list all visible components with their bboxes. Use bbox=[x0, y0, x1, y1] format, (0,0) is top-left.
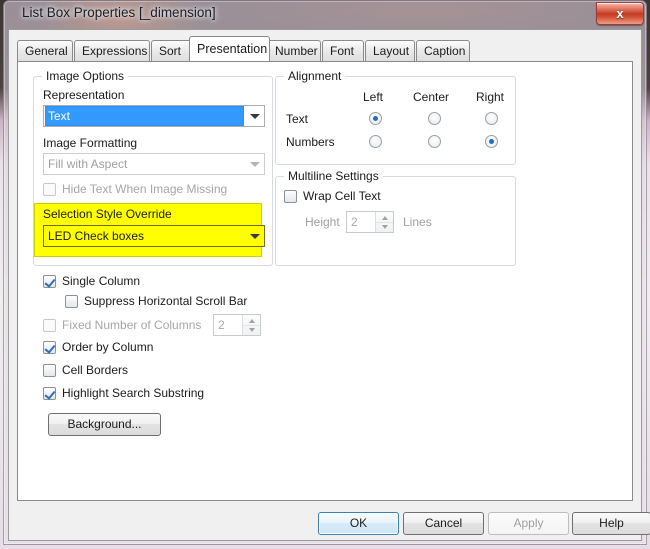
background-button[interactable]: Background... bbox=[48, 413, 161, 436]
ok-button[interactable]: OK bbox=[318, 512, 399, 535]
radio-numbers-center[interactable] bbox=[428, 135, 441, 148]
wrap-cell-text-label: Wrap Cell Text bbox=[303, 189, 381, 203]
cell-borders-label: Cell Borders bbox=[62, 363, 129, 377]
selection-style-override-combo[interactable]: LED Check boxes bbox=[43, 225, 265, 247]
selection-style-override-label: Selection Style Override bbox=[43, 207, 172, 221]
radio-text-left[interactable] bbox=[369, 112, 382, 125]
checkbox-icon bbox=[284, 190, 297, 203]
apply-button[interactable]: Apply bbox=[488, 512, 569, 535]
image-options-title: Image Options bbox=[42, 69, 129, 83]
spinner-buttons bbox=[242, 315, 260, 335]
image-formatting-combo-value: Fill with Aspect bbox=[48, 157, 128, 171]
window-title: List Box Properties [_dimension] bbox=[22, 5, 216, 20]
order-by-column-label: Order by Column bbox=[62, 340, 154, 354]
fixed-number-of-columns-spinner[interactable]: 2 bbox=[213, 314, 261, 336]
multiline-height-label: Height bbox=[305, 215, 340, 229]
highlight-search-substring-label: Highlight Search Substring bbox=[62, 386, 205, 400]
alignment-column-right-header: Right bbox=[476, 90, 505, 104]
single-column-label: Single Column bbox=[62, 274, 141, 288]
cancel-button[interactable]: Cancel bbox=[403, 512, 484, 535]
chevron-down-icon bbox=[250, 114, 260, 119]
selection-style-override-value: LED Check boxes bbox=[48, 229, 145, 243]
dialog-client-area: General Expressions Sort Presentation Nu… bbox=[8, 29, 650, 541]
tab-general[interactable]: General bbox=[17, 40, 73, 61]
spinner-down-icon[interactable] bbox=[376, 222, 393, 232]
spinner-down-icon[interactable] bbox=[243, 325, 260, 335]
tab-expressions[interactable]: Expressions bbox=[74, 40, 150, 61]
help-button[interactable]: Help bbox=[572, 512, 650, 535]
alignment-row-text-label: Text bbox=[286, 112, 309, 126]
representation-label: Representation bbox=[43, 88, 125, 102]
tab-font[interactable]: Font bbox=[322, 40, 364, 61]
close-button[interactable]: x bbox=[596, 2, 644, 25]
properties-dialog-window: List Box Properties [_dimension] x Gener… bbox=[0, 0, 650, 549]
tab-sort[interactable]: Sort bbox=[151, 40, 193, 61]
image-formatting-combo[interactable]: Fill with Aspect bbox=[43, 153, 265, 175]
alignment-column-center-header: Center bbox=[413, 90, 450, 104]
checkbox-icon bbox=[43, 364, 56, 377]
checkbox-icon bbox=[65, 295, 78, 308]
tab-layout[interactable]: Layout bbox=[365, 40, 415, 61]
title-bar[interactable]: List Box Properties [_dimension] x bbox=[4, 1, 646, 29]
tab-presentation[interactable]: Presentation bbox=[189, 36, 270, 61]
fixed-number-of-columns-label: Fixed Number of Columns bbox=[62, 318, 202, 332]
representation-combo-value: Text bbox=[45, 106, 244, 126]
radio-text-center[interactable] bbox=[428, 112, 441, 125]
radio-numbers-left[interactable] bbox=[369, 135, 382, 148]
chevron-down-icon bbox=[250, 234, 260, 239]
hide-text-when-image-missing-label: Hide Text When Image Missing bbox=[62, 182, 228, 196]
representation-combo[interactable]: Text bbox=[43, 105, 265, 127]
spinner-buttons bbox=[375, 212, 393, 232]
chevron-down-icon bbox=[250, 162, 260, 167]
checkbox-icon bbox=[43, 319, 56, 332]
multiline-height-value: 2 bbox=[351, 215, 358, 229]
radio-numbers-right[interactable] bbox=[485, 135, 498, 148]
suppress-horizontal-scroll-bar-label: Suppress Horizontal Scroll Bar bbox=[84, 294, 248, 308]
alignment-column-left-header: Left bbox=[363, 90, 384, 104]
checkbox-icon bbox=[43, 183, 56, 196]
checkbox-icon bbox=[43, 341, 56, 354]
multiline-height-spinner[interactable]: 2 bbox=[346, 211, 394, 233]
fixed-number-of-columns-value: 2 bbox=[218, 318, 225, 332]
checkbox-icon bbox=[43, 387, 56, 400]
tab-number[interactable]: Number bbox=[267, 40, 321, 61]
image-formatting-label: Image Formatting bbox=[43, 136, 138, 150]
alignment-row-numbers-label: Numbers bbox=[286, 135, 335, 149]
presentation-tab-page: Image Options Representation Text Image … bbox=[17, 61, 633, 501]
alignment-title: Alignment bbox=[284, 69, 346, 83]
tab-caption[interactable]: Caption bbox=[416, 40, 470, 61]
multiline-lines-label: Lines bbox=[403, 215, 432, 229]
close-icon: x bbox=[616, 6, 624, 21]
radio-text-right[interactable] bbox=[485, 112, 498, 125]
checkbox-icon bbox=[43, 275, 56, 288]
multiline-settings-title: Multiline Settings bbox=[284, 169, 383, 183]
